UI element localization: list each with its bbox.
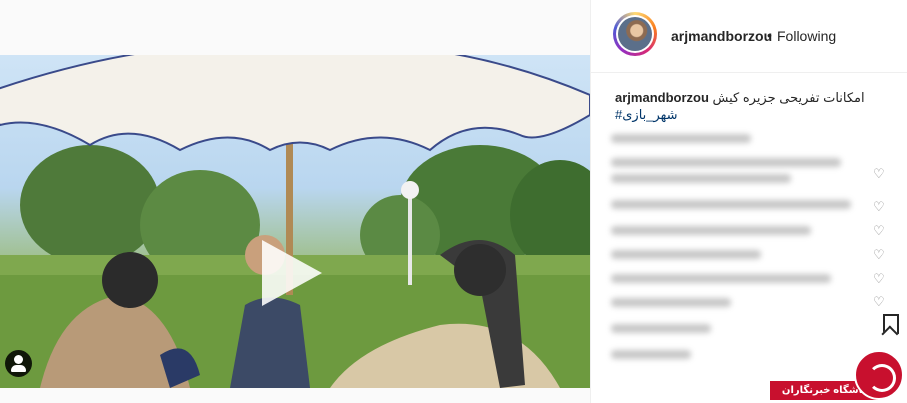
avatar-ring (616, 15, 654, 53)
media-panel (0, 0, 590, 403)
comment-like-heart-icon[interactable]: ♡ (873, 294, 885, 310)
avatar-photo (618, 17, 652, 51)
watermark-logo-icon (854, 350, 904, 400)
comment-like-heart-icon[interactable]: ♡ (873, 166, 885, 182)
comment-like-heart-icon[interactable]: ♡ (873, 247, 885, 263)
post-header: arjmandborzou • Following (591, 0, 907, 73)
blurred-comments (611, 128, 861, 378)
video-player[interactable] (0, 55, 590, 388)
caption-text: امکانات تفریحی جزیره کیش (712, 90, 865, 105)
avatar[interactable] (613, 12, 657, 56)
separator-dot: • (767, 27, 772, 43)
caption-username[interactable]: arjmandborzou (615, 90, 709, 105)
comment-like-heart-icon[interactable]: ♡ (873, 199, 885, 215)
hashtag-link[interactable]: #شهر_بازی (615, 107, 678, 123)
video-frame (0, 55, 590, 388)
user-tag-icon[interactable] (5, 350, 32, 377)
username-link[interactable]: arjmandborzou (671, 28, 772, 44)
bookmark-icon[interactable] (883, 314, 899, 334)
post-side-panel: arjmandborzou • Following arjmandborzou … (590, 0, 907, 403)
instagram-post: arjmandborzou • Following arjmandborzou … (0, 0, 907, 403)
comment-like-heart-icon[interactable]: ♡ (873, 271, 885, 287)
following-button[interactable]: Following (777, 28, 836, 44)
caption: arjmandborzou امکانات تفریحی جزیره کیش (615, 89, 885, 106)
watermark: باشگاه خبرنگاران (770, 348, 907, 403)
comment-like-heart-icon[interactable]: ♡ (873, 223, 885, 239)
play-icon[interactable] (262, 240, 322, 306)
